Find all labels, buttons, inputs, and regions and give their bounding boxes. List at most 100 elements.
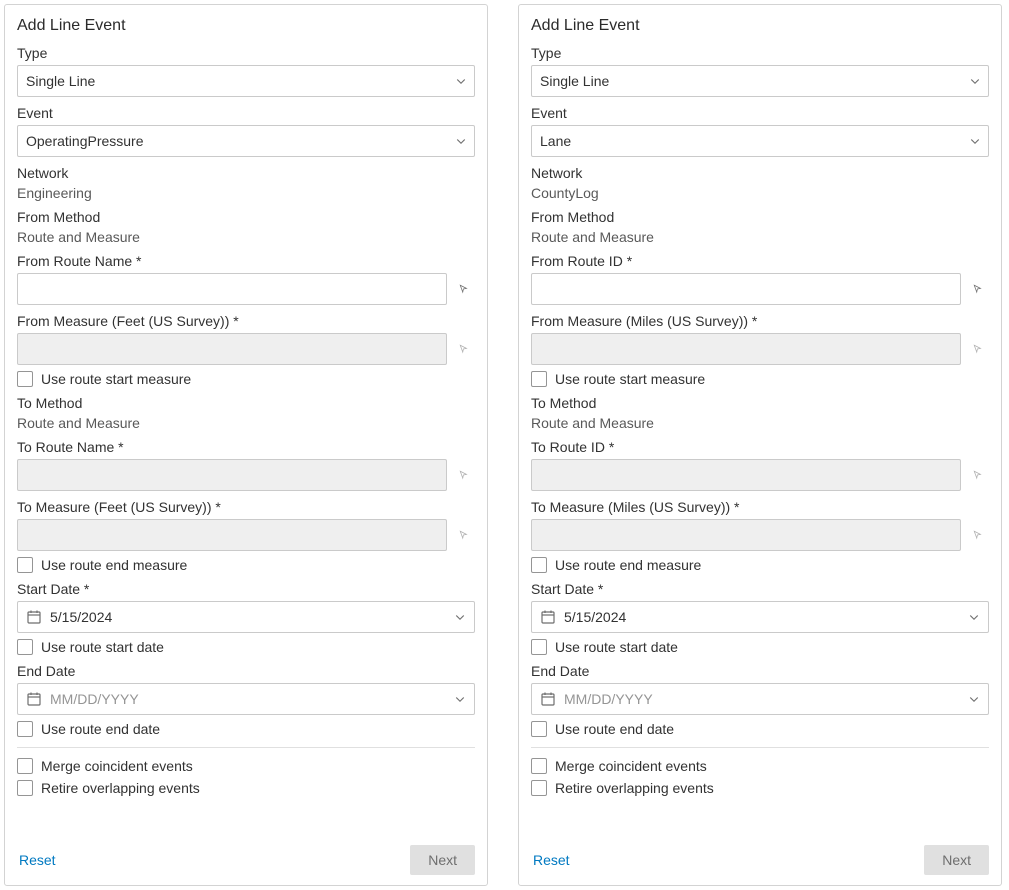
chevron-down-icon bbox=[968, 693, 980, 705]
type-select[interactable]: Single Line bbox=[17, 65, 475, 97]
use-route-end-measure-label[interactable]: Use route end measure bbox=[41, 557, 187, 573]
from-route-input[interactable] bbox=[531, 273, 961, 305]
type-select[interactable]: Single Line bbox=[531, 65, 989, 97]
form-body: Type Single Line Event OperatingPressure… bbox=[17, 45, 475, 835]
merge-coincident-checkbox[interactable] bbox=[531, 758, 547, 774]
use-route-start-date-checkbox[interactable] bbox=[531, 639, 547, 655]
network-label: Network bbox=[17, 165, 475, 181]
calendar-icon bbox=[26, 609, 42, 625]
retire-overlapping-checkbox[interactable] bbox=[531, 780, 547, 796]
pick-route-icon bbox=[967, 464, 989, 486]
reset-button[interactable]: Reset bbox=[531, 848, 572, 872]
network-value: CountyLog bbox=[531, 185, 989, 201]
add-line-event-panel: Add Line Event Type Single Line Event La… bbox=[518, 4, 1002, 886]
to-measure-input bbox=[531, 519, 961, 551]
calendar-icon bbox=[540, 609, 556, 625]
merge-coincident-label[interactable]: Merge coincident events bbox=[41, 758, 193, 774]
event-label: Event bbox=[17, 105, 475, 121]
from-measure-input bbox=[531, 333, 961, 365]
from-method-label: From Method bbox=[531, 209, 989, 225]
start-date-label: Start Date * bbox=[531, 581, 989, 597]
merge-coincident-checkbox[interactable] bbox=[17, 758, 33, 774]
from-method-label: From Method bbox=[17, 209, 475, 225]
from-route-label: From Route Name * bbox=[17, 253, 475, 269]
start-date-value: 5/15/2024 bbox=[50, 609, 454, 625]
to-measure-input bbox=[17, 519, 447, 551]
pick-measure-icon bbox=[967, 338, 989, 360]
to-route-input bbox=[17, 459, 447, 491]
use-route-start-date-label[interactable]: Use route start date bbox=[41, 639, 164, 655]
event-select[interactable]: OperatingPressure bbox=[17, 125, 475, 157]
use-route-end-date-checkbox[interactable] bbox=[531, 721, 547, 737]
retire-overlapping-checkbox[interactable] bbox=[17, 780, 33, 796]
retire-overlapping-label[interactable]: Retire overlapping events bbox=[555, 780, 714, 796]
from-route-label: From Route ID * bbox=[531, 253, 989, 269]
network-value: Engineering bbox=[17, 185, 475, 201]
from-measure-label: From Measure (Feet (US Survey)) * bbox=[17, 313, 475, 329]
start-date-value: 5/15/2024 bbox=[564, 609, 968, 625]
use-route-start-measure-label[interactable]: Use route start measure bbox=[555, 371, 705, 387]
merge-coincident-label[interactable]: Merge coincident events bbox=[555, 758, 707, 774]
from-method-value: Route and Measure bbox=[531, 229, 989, 245]
event-select-value: OperatingPressure bbox=[26, 133, 144, 149]
from-measure-input bbox=[17, 333, 447, 365]
end-date-picker[interactable]: MM/DD/YYYY bbox=[17, 683, 475, 715]
to-measure-label: To Measure (Miles (US Survey)) * bbox=[531, 499, 989, 515]
to-method-value: Route and Measure bbox=[531, 415, 989, 431]
next-button[interactable]: Next bbox=[924, 845, 989, 875]
start-date-picker[interactable]: 5/15/2024 bbox=[17, 601, 475, 633]
end-date-label: End Date bbox=[17, 663, 475, 679]
use-route-start-measure-checkbox[interactable] bbox=[531, 371, 547, 387]
reset-button[interactable]: Reset bbox=[17, 848, 58, 872]
event-label: Event bbox=[531, 105, 989, 121]
panel-title: Add Line Event bbox=[17, 17, 475, 35]
start-date-picker[interactable]: 5/15/2024 bbox=[531, 601, 989, 633]
divider bbox=[17, 747, 475, 748]
use-route-start-date-checkbox[interactable] bbox=[17, 639, 33, 655]
panel-title: Add Line Event bbox=[531, 17, 989, 35]
retire-overlapping-label[interactable]: Retire overlapping events bbox=[41, 780, 200, 796]
use-route-end-measure-label[interactable]: Use route end measure bbox=[555, 557, 701, 573]
to-method-label: To Method bbox=[531, 395, 989, 411]
panel-footer: Reset Next bbox=[531, 835, 989, 875]
to-route-label: To Route Name * bbox=[17, 439, 475, 455]
use-route-end-measure-checkbox[interactable] bbox=[531, 557, 547, 573]
pick-route-icon[interactable] bbox=[453, 278, 475, 300]
type-select-value: Single Line bbox=[540, 73, 609, 89]
pick-route-icon[interactable] bbox=[967, 278, 989, 300]
to-measure-label: To Measure (Feet (US Survey)) * bbox=[17, 499, 475, 515]
form-body: Type Single Line Event Lane Network Coun… bbox=[531, 45, 989, 835]
use-route-start-measure-checkbox[interactable] bbox=[17, 371, 33, 387]
calendar-icon bbox=[540, 691, 556, 707]
chevron-down-icon bbox=[968, 611, 980, 623]
calendar-icon bbox=[26, 691, 42, 707]
pick-route-icon bbox=[453, 464, 475, 486]
start-date-label: Start Date * bbox=[17, 581, 475, 597]
divider bbox=[531, 747, 989, 748]
use-route-start-measure-label[interactable]: Use route start measure bbox=[41, 371, 191, 387]
panel-footer: Reset Next bbox=[17, 835, 475, 875]
end-date-placeholder: MM/DD/YYYY bbox=[50, 691, 454, 707]
use-route-end-measure-checkbox[interactable] bbox=[17, 557, 33, 573]
use-route-start-date-label[interactable]: Use route start date bbox=[555, 639, 678, 655]
network-label: Network bbox=[531, 165, 989, 181]
type-label: Type bbox=[17, 45, 475, 61]
end-date-picker[interactable]: MM/DD/YYYY bbox=[531, 683, 989, 715]
use-route-end-date-checkbox[interactable] bbox=[17, 721, 33, 737]
end-date-label: End Date bbox=[531, 663, 989, 679]
event-select[interactable]: Lane bbox=[531, 125, 989, 157]
use-route-end-date-label[interactable]: Use route end date bbox=[41, 721, 160, 737]
use-route-end-date-label[interactable]: Use route end date bbox=[555, 721, 674, 737]
next-button[interactable]: Next bbox=[410, 845, 475, 875]
event-select-value: Lane bbox=[540, 133, 571, 149]
chevron-down-icon bbox=[454, 693, 466, 705]
from-method-value: Route and Measure bbox=[17, 229, 475, 245]
pick-measure-icon bbox=[967, 524, 989, 546]
type-select-value: Single Line bbox=[26, 73, 95, 89]
add-line-event-panel: Add Line Event Type Single Line Event Op… bbox=[4, 4, 488, 886]
to-method-value: Route and Measure bbox=[17, 415, 475, 431]
to-route-label: To Route ID * bbox=[531, 439, 989, 455]
from-route-input[interactable] bbox=[17, 273, 447, 305]
to-method-label: To Method bbox=[17, 395, 475, 411]
end-date-placeholder: MM/DD/YYYY bbox=[564, 691, 968, 707]
